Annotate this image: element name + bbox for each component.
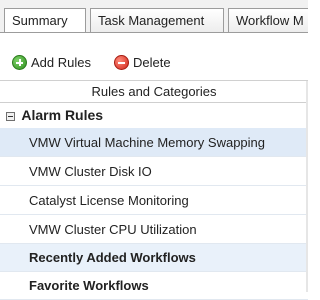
rules-tree-panel: Rules and Categories Alarm Rules VMW Vir… [0, 80, 308, 300]
tree-item-vmw-virtual-machine-memory-swapping[interactable]: VMW Virtual Machine Memory Swapping [0, 128, 308, 157]
tree-item-label: Catalyst License Monitoring [29, 193, 189, 208]
add-circle-icon [12, 54, 27, 70]
delete-button[interactable]: Delete [114, 50, 171, 74]
tree-group-label: Alarm Rules [21, 107, 104, 123]
tree-item-catalyst-license-monitoring[interactable]: Catalyst License Monitoring [0, 186, 308, 215]
tab-workflow-management[interactable]: Workflow M [228, 8, 308, 32]
tree-item-vmw-cluster-cpu-utilization[interactable]: VMW Cluster CPU Utilization [0, 215, 308, 244]
rules-toolbar: Add Rules Delete [0, 50, 308, 74]
add-rules-label: Add Rules [31, 54, 91, 70]
tab-task-management[interactable]: Task Management [90, 8, 224, 32]
tree-item-label: VMW Virtual Machine Memory Swapping [29, 135, 266, 150]
tree-section-favorite-workflows[interactable]: Favorite Workflows [0, 272, 308, 300]
column-header-rules-and-categories[interactable]: Rules and Categories [0, 81, 308, 103]
tree-section-label: Recently Added Workflows [29, 250, 196, 265]
collapse-minus-icon[interactable] [6, 112, 15, 121]
tree-section-recently-added-workflows[interactable]: Recently Added Workflows [0, 244, 308, 272]
add-rules-button[interactable]: Add Rules [12, 50, 91, 74]
delete-circle-icon [114, 54, 129, 70]
tree-item-label: VMW Cluster Disk IO [29, 164, 152, 179]
tree-item-vmw-cluster-disk-io[interactable]: VMW Cluster Disk IO [0, 157, 308, 186]
tree-group-alarm-rules[interactable]: Alarm Rules [0, 103, 308, 128]
tab-summary[interactable]: Summary [4, 8, 86, 32]
tree-item-label: VMW Cluster CPU Utilization [29, 222, 197, 237]
scrollbar-edge[interactable] [306, 81, 308, 292]
tab-bar: Summary Task Management Workflow M [0, 0, 308, 33]
delete-label: Delete [133, 54, 171, 70]
